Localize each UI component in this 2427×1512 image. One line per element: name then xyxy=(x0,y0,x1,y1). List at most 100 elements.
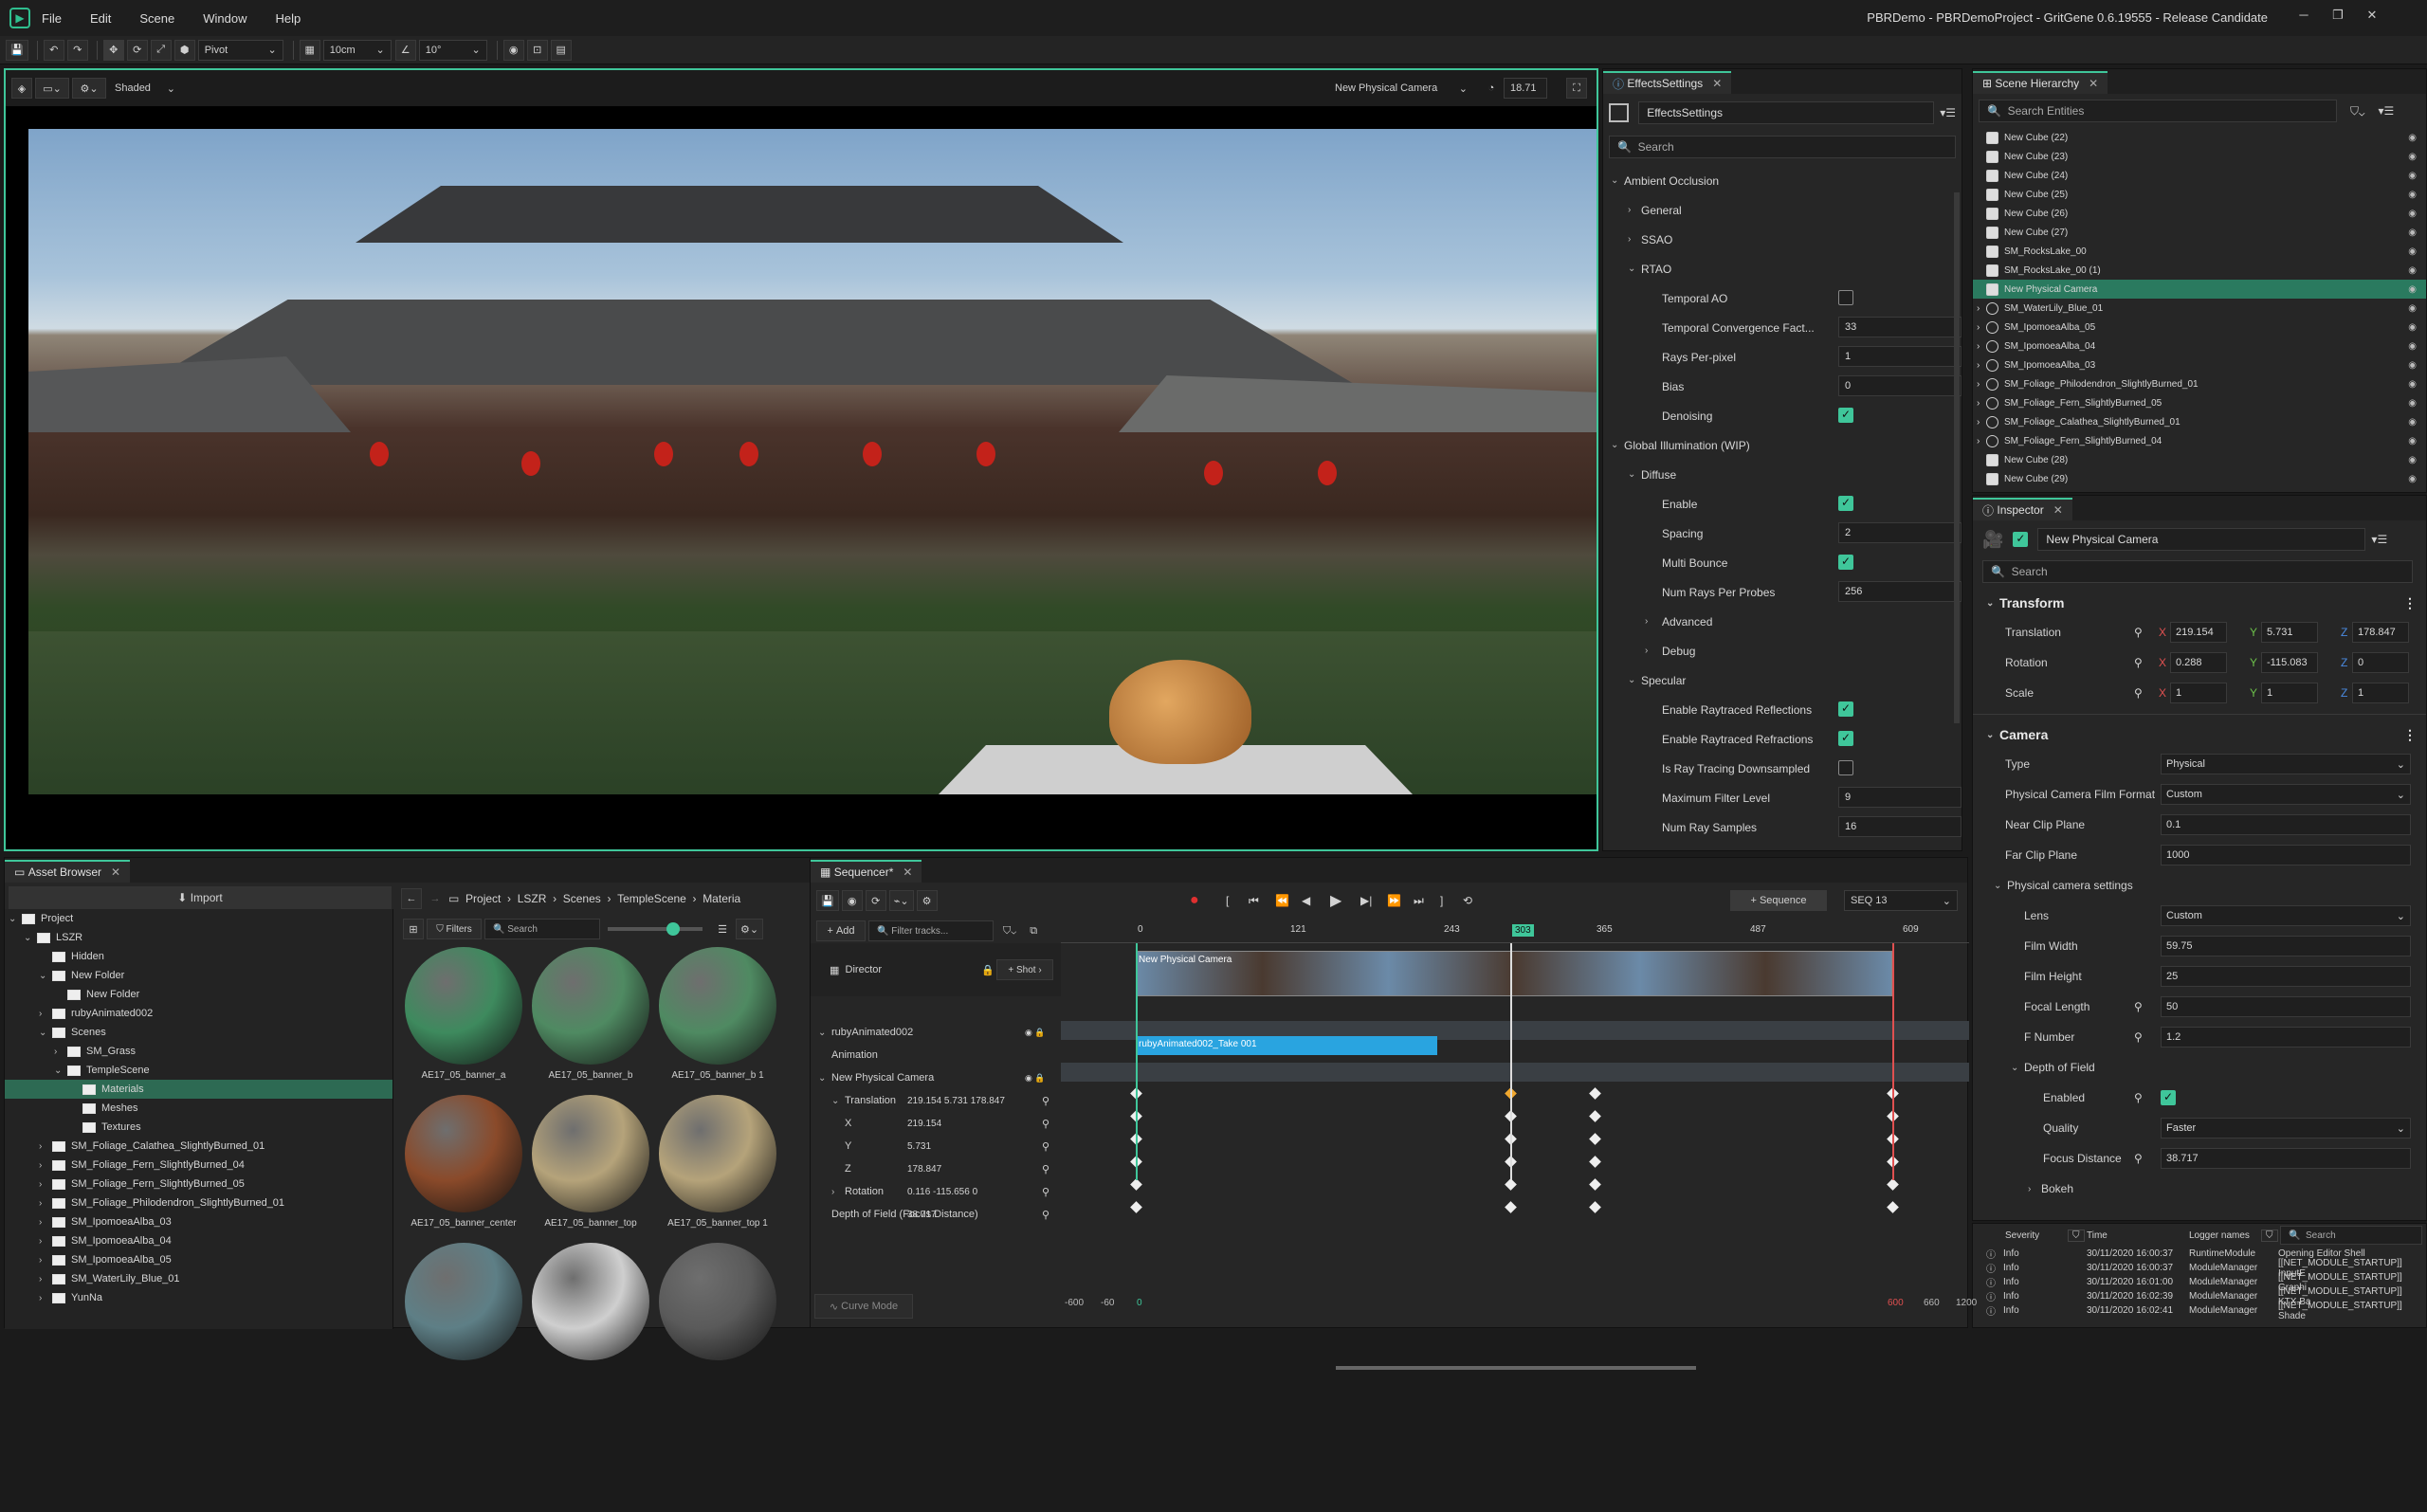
camera-dropdown[interactable]: New Physical Camera ⌄ xyxy=(1329,78,1473,99)
chevron-right-icon[interactable]: › xyxy=(1977,417,1980,428)
camera-shot-clip[interactable]: New Physical Camera xyxy=(1136,951,1892,996)
hierarchy-item[interactable]: › SM_Foliage_Calathea_SlightlyBurned_01 ◉ xyxy=(1973,412,2426,431)
sequencer-track-row[interactable]: Animation xyxy=(811,1044,1061,1066)
new-folder-icon[interactable]: ⊞ xyxy=(403,919,424,939)
angle-snap-dropdown[interactable]: 10° ⌄ xyxy=(418,39,487,61)
material-thumbnail[interactable]: AE17_05_banner_top 1 xyxy=(657,1095,778,1237)
effects-row[interactable]: › Advanced xyxy=(1603,607,1962,636)
camera-icon[interactable]: ◉ xyxy=(841,890,863,911)
range-value[interactable]: 1200 xyxy=(1956,1298,1977,1308)
step-forward-icon[interactable]: ▶| xyxy=(1360,894,1372,907)
effects-checkbox[interactable] xyxy=(1838,290,1853,305)
close-icon[interactable]: ✕ xyxy=(2359,8,2385,27)
timeline-area[interactable]: New Physical Camera rubyAnimated002_Take… xyxy=(1061,943,1969,1512)
hierarchy-item[interactable]: SM_RocksLake_00 ◉ xyxy=(1973,242,2426,261)
curve-mode-button[interactable]: ∿ Curve Mode xyxy=(814,1294,913,1319)
folder-tree-item[interactable]: › SM_Foliage_Fern_SlightlyBurned_05 xyxy=(5,1175,392,1193)
menu-window[interactable]: Window xyxy=(203,11,246,26)
visibility-icon[interactable]: ◉ xyxy=(2408,265,2417,276)
go-end-icon[interactable]: ⏭ xyxy=(1414,894,1424,908)
keyframe-diamond[interactable] xyxy=(1505,1201,1517,1213)
effects-number-input[interactable]: 33 xyxy=(1838,317,1962,337)
film-format-select[interactable]: Custom ⌄ xyxy=(2161,784,2411,805)
key-icon[interactable]: ⚲ xyxy=(2134,626,2143,639)
effects-row[interactable]: › Debug xyxy=(1603,636,1962,665)
visibility-icon[interactable]: ◉ xyxy=(2408,133,2417,143)
angle-snap-icon[interactable]: ∠ xyxy=(394,39,416,61)
rotation-x-input[interactable]: 0.288 xyxy=(2170,652,2227,673)
key-icon[interactable]: ⚲ xyxy=(1042,1209,1049,1221)
chevron-right-icon[interactable]: › xyxy=(1977,398,1980,409)
scale-z-input[interactable]: 1 xyxy=(2352,683,2409,703)
material-thumbnail[interactable]: AE17_05_banner_center xyxy=(403,1095,524,1237)
menu-file[interactable]: File xyxy=(42,11,62,26)
entity-enabled-checkbox[interactable] xyxy=(2013,532,2029,547)
folder-tree-item[interactable]: ⌄ TempleScene xyxy=(5,1061,392,1080)
rotate-tool-icon[interactable]: ⟳ xyxy=(126,39,148,61)
asset-search-input[interactable]: 🔍 Search xyxy=(484,919,600,939)
track-value[interactable]: 38.717 xyxy=(907,1210,937,1220)
track-value[interactable]: 5.731 xyxy=(907,1141,931,1152)
keyframe-diamond[interactable] xyxy=(1505,1178,1517,1191)
folder-tree-item[interactable]: › YunNa xyxy=(5,1288,392,1307)
effects-checkbox[interactable] xyxy=(1838,701,1853,717)
menu-help[interactable]: Help xyxy=(275,11,301,26)
maximize-icon[interactable]: ⛶ xyxy=(1566,78,1587,99)
near-clip-input[interactable]: 0.1 xyxy=(2161,814,2411,835)
chevron-right-icon[interactable]: › xyxy=(1628,234,1641,245)
effects-row[interactable]: › SSAO xyxy=(1603,225,1962,254)
visibility-icon[interactable]: ◉ xyxy=(2408,474,2417,484)
chevron-right-icon[interactable]: › xyxy=(1977,322,1980,333)
translation-y-input[interactable]: 5.731 xyxy=(2261,622,2318,643)
more-icon[interactable]: ⋮ xyxy=(2403,727,2417,743)
tab-sequencer[interactable]: ▦ Sequencer* ✕ xyxy=(811,860,922,883)
camera-section-header[interactable]: ⌄ Camera ⋮ xyxy=(1973,720,2426,749)
chevron-right-icon[interactable]: › xyxy=(39,1141,52,1152)
visibility-icon[interactable]: ◉ xyxy=(2408,171,2417,181)
effects-row[interactable]: ⌄ Specular xyxy=(1603,665,1962,695)
visibility-icon[interactable]: ◉ xyxy=(2408,228,2417,238)
keyframe-diamond[interactable] xyxy=(1130,1178,1142,1191)
filters-button[interactable]: ⛉ Filters xyxy=(427,919,482,939)
filter-icon[interactable]: ⛉⌄ xyxy=(999,920,1020,941)
chevron-down-icon[interactable]: ⌄ xyxy=(818,1028,831,1038)
effects-row[interactable]: ⌄ Ambient Occlusion xyxy=(1603,166,1962,195)
effects-row[interactable]: ⌄ RTAO xyxy=(1603,254,1962,283)
track-value[interactable]: 178.847 xyxy=(907,1164,941,1175)
folder-tree-item[interactable]: ⌄ Project xyxy=(5,909,392,928)
log-search-input[interactable]: 🔍 Search xyxy=(2280,1226,2422,1245)
hierarchy-item[interactable]: New Physical Camera ◉ xyxy=(1973,280,2426,299)
folder-tree-item[interactable]: › SM_IpomoeaAlba_05 xyxy=(5,1250,392,1269)
key-icon[interactable]: ⚲ xyxy=(1042,1095,1049,1107)
material-thumbnail[interactable]: AE17_05_banner_top xyxy=(530,1095,651,1237)
visibility-icon[interactable]: ◉ xyxy=(2408,209,2417,219)
folder-tree-item[interactable]: ⌄ Scenes xyxy=(5,1023,392,1042)
bokeh-header[interactable]: › Bokeh xyxy=(1973,1174,2426,1204)
start-marker[interactable] xyxy=(1136,943,1138,1180)
filter-icon[interactable]: ⛉⌄ xyxy=(2350,104,2364,118)
material-thumbnail[interactable]: AE17_05_banner_b xyxy=(530,947,651,1089)
layers-icon[interactable]: ◈ xyxy=(11,78,32,99)
effects-checkbox[interactable] xyxy=(1838,760,1853,775)
add-shot-button[interactable]: + Shot › xyxy=(996,959,1053,980)
key-icon[interactable]: ⚲ xyxy=(1042,1186,1049,1198)
sequencer-track-row[interactable]: X 219.154 ⚲ xyxy=(811,1112,1061,1135)
severity-column-header[interactable]: Severity xyxy=(2005,1230,2039,1241)
timeline-scrollbar[interactable] xyxy=(1336,1366,1696,1370)
range-value[interactable]: -600 xyxy=(1065,1298,1084,1308)
menu-scene[interactable]: Scene xyxy=(139,11,174,26)
view-mode-icon[interactable]: ▭⌄ xyxy=(35,78,69,99)
lock-icon[interactable]: 🔒 xyxy=(981,964,995,976)
visibility-icon[interactable]: ◉ xyxy=(2408,455,2417,465)
mark-in-icon[interactable]: [ xyxy=(1226,894,1229,907)
far-clip-input[interactable]: 1000 xyxy=(2161,845,2411,865)
effects-checkbox[interactable] xyxy=(1838,555,1853,570)
hierarchy-item[interactable]: New Cube (24) ◉ xyxy=(1973,166,2426,185)
folder-tree-item[interactable]: › SM_IpomoeaAlba_03 xyxy=(5,1212,392,1231)
sequencer-track-row[interactable]: ⌄ Translation 219.154 5.731 178.847 ⚲ xyxy=(811,1089,1061,1112)
step-back-icon[interactable]: ◀ xyxy=(1302,894,1310,907)
dof-quality-select[interactable]: Faster ⌄ xyxy=(2161,1118,2411,1139)
material-thumbnail[interactable]: AE17_05_banner_a xyxy=(403,947,524,1089)
log-row[interactable]: ⓘ Info 30/11/2020 16:02:41 ModuleManager [[N… xyxy=(1973,1301,2426,1321)
hierarchy-item[interactable]: › SM_IpomoeaAlba_05 ◉ xyxy=(1973,318,2426,337)
